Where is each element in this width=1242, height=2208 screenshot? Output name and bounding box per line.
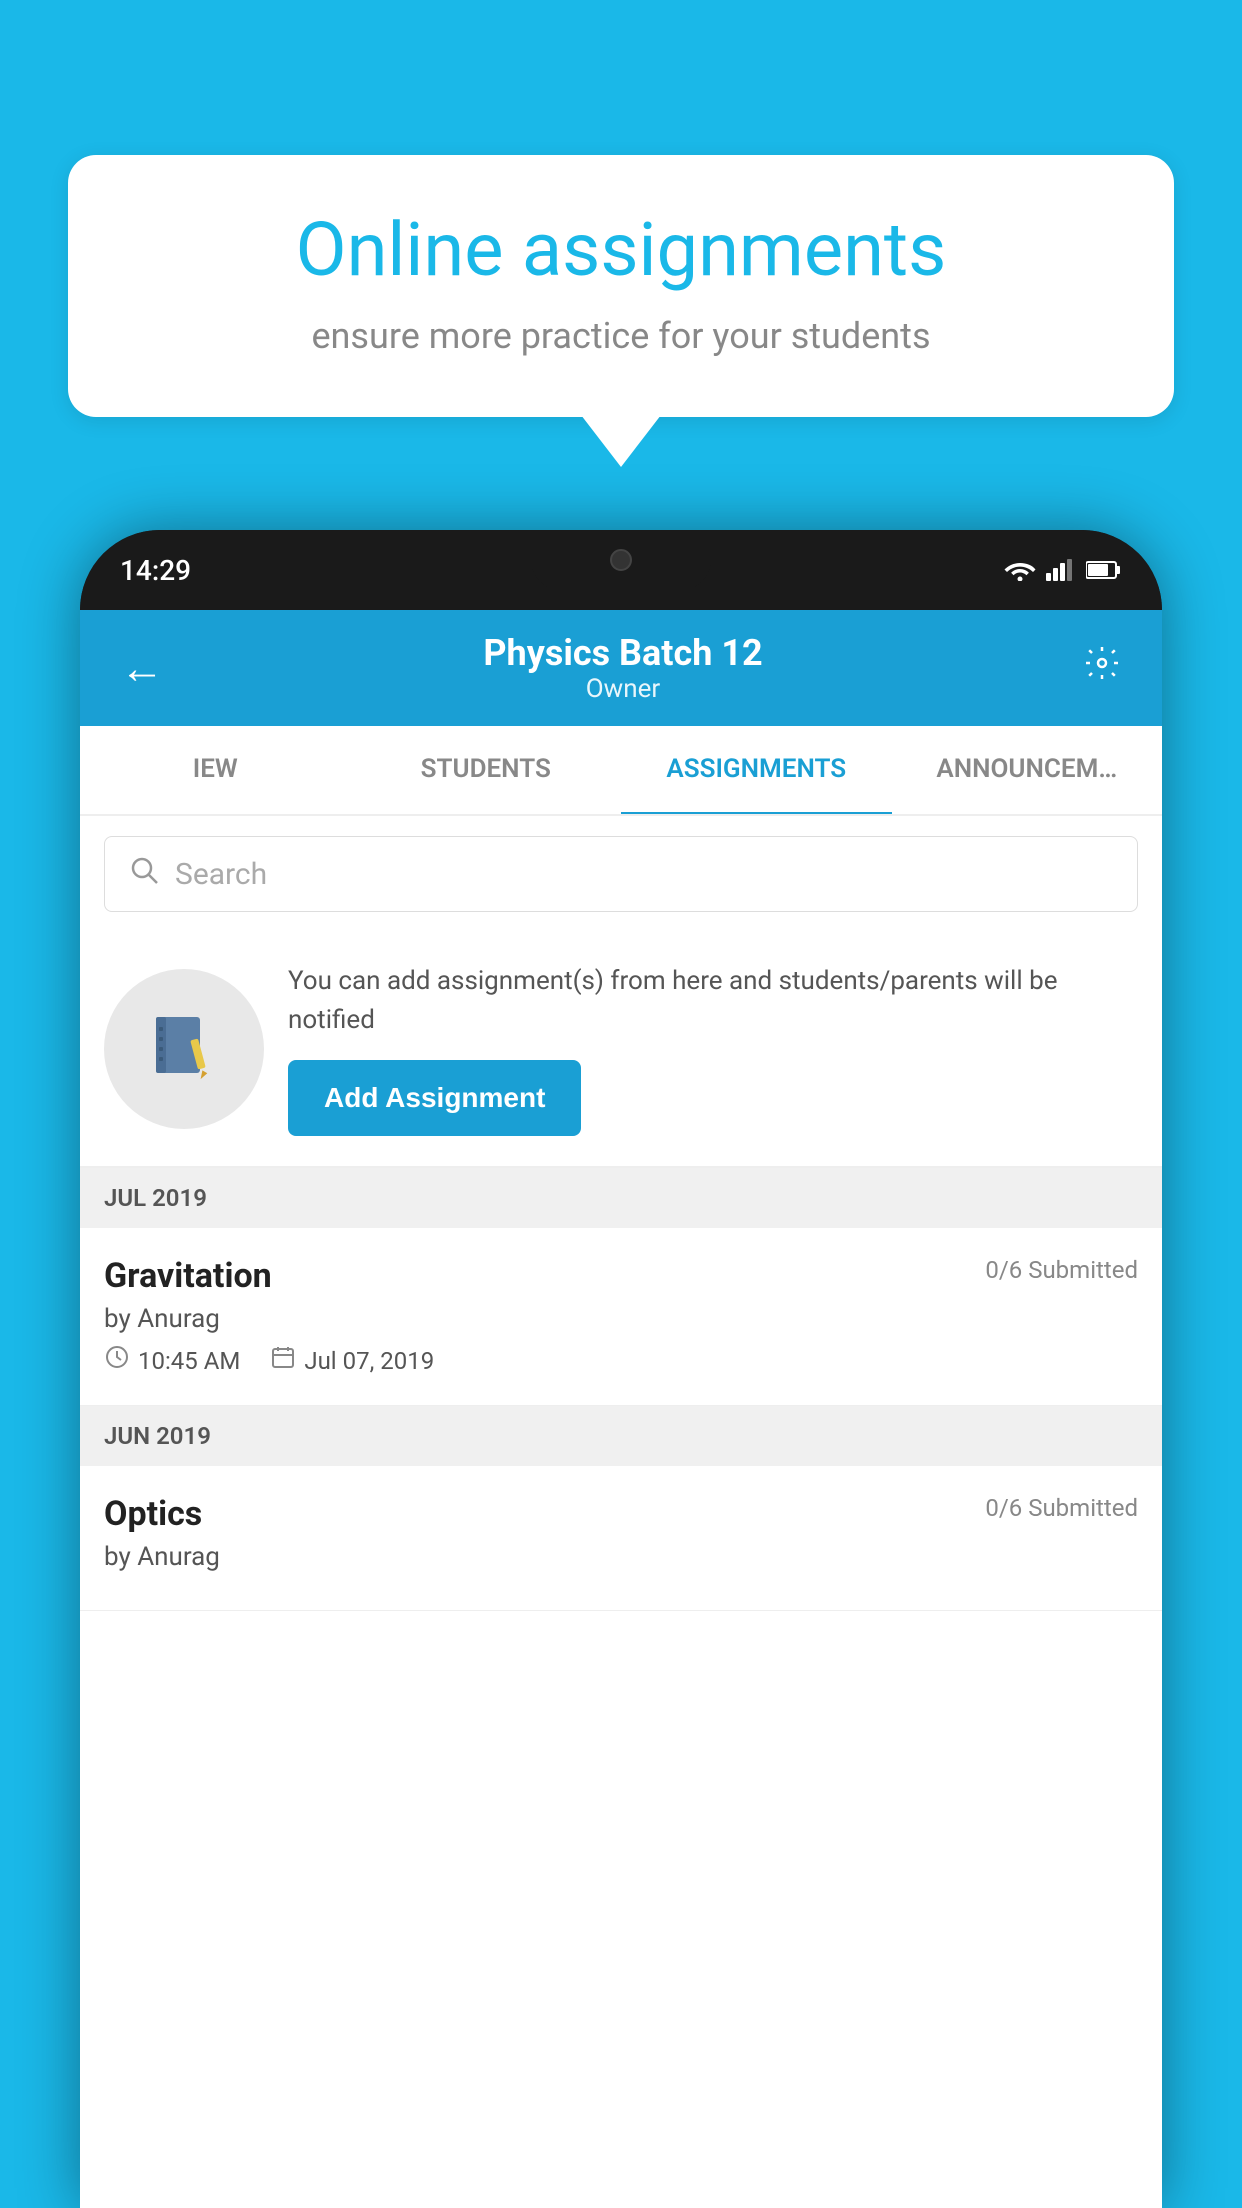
assignment-item-gravitation[interactable]: Gravitation 0/6 Submitted by Anurag 10:4… — [80, 1228, 1162, 1406]
assignment-date-gravitation: Jul 07, 2019 — [270, 1344, 434, 1377]
header-center: Physics Batch 12 Owner — [164, 632, 1082, 704]
assignment-time-gravitation: 10:45 AM — [104, 1344, 240, 1377]
assignment-date-text-gravitation: Jul 07, 2019 — [304, 1347, 434, 1375]
calendar-icon — [270, 1344, 296, 1377]
bubble-subtitle: ensure more practice for your students — [128, 315, 1114, 357]
assignment-name-gravitation: Gravitation — [104, 1256, 272, 1296]
search-icon — [129, 855, 159, 893]
settings-button[interactable] — [1082, 643, 1122, 693]
camera — [610, 549, 632, 571]
bubble-title: Online assignments — [128, 210, 1114, 291]
phone-frame: 14:29 — [80, 530, 1162, 2208]
search-placeholder: Search — [175, 857, 267, 892]
assignment-by-gravitation: by Anurag — [104, 1304, 1138, 1334]
speech-bubble-container: Online assignments ensure more practice … — [68, 155, 1174, 417]
tab-iew[interactable]: IEW — [80, 726, 351, 814]
phone-notch — [531, 530, 711, 590]
assignment-name-optics: Optics — [104, 1494, 202, 1534]
search-container: Search — [80, 816, 1162, 932]
add-assignment-button[interactable]: Add Assignment — [288, 1060, 581, 1136]
app-header: ← Physics Batch 12 Owner — [80, 610, 1162, 726]
promo-text: You can add assignment(s) from here and … — [288, 962, 1138, 1040]
promo-content: You can add assignment(s) from here and … — [288, 962, 1138, 1136]
assignment-submitted-gravitation: 0/6 Submitted — [985, 1256, 1138, 1284]
notebook-icon — [144, 1009, 224, 1089]
status-bar: 14:29 — [80, 530, 1162, 610]
clock-icon — [104, 1344, 130, 1377]
assignment-top: Gravitation 0/6 Submitted — [104, 1256, 1138, 1296]
back-button[interactable]: ← — [120, 642, 164, 694]
tab-announcements[interactable]: ANNOUNCEM… — [892, 726, 1163, 814]
promo-section: You can add assignment(s) from here and … — [80, 932, 1162, 1168]
assignment-top-optics: Optics 0/6 Submitted — [104, 1494, 1138, 1534]
assignment-submitted-optics: 0/6 Submitted — [985, 1494, 1138, 1522]
header-subtitle: Owner — [164, 674, 1082, 704]
wifi-icon — [1004, 559, 1036, 581]
tab-assignments[interactable]: ASSIGNMENTS — [621, 726, 892, 816]
assignment-meta-gravitation: 10:45 AM Jul 07, 2019 — [104, 1344, 1138, 1377]
speech-bubble: Online assignments ensure more practice … — [68, 155, 1174, 417]
phone-screen: ← Physics Batch 12 Owner IEW STUDENTS AS… — [80, 610, 1162, 2208]
assignment-time-text-gravitation: 10:45 AM — [138, 1347, 240, 1375]
section-jul-2019: JUL 2019 — [80, 1168, 1162, 1228]
status-icons — [1004, 559, 1122, 581]
assignment-by-optics: by Anurag — [104, 1542, 1138, 1572]
promo-icon-circle — [104, 969, 264, 1129]
battery-icon — [1086, 559, 1122, 581]
signal-icon — [1046, 559, 1076, 581]
tabs-container: IEW STUDENTS ASSIGNMENTS ANNOUNCEM… — [80, 726, 1162, 816]
section-jun-2019: JUN 2019 — [80, 1406, 1162, 1466]
assignment-item-optics[interactable]: Optics 0/6 Submitted by Anurag — [80, 1466, 1162, 1611]
header-title: Physics Batch 12 — [164, 632, 1082, 674]
tab-students[interactable]: STUDENTS — [351, 726, 622, 814]
search-box[interactable]: Search — [104, 836, 1138, 912]
